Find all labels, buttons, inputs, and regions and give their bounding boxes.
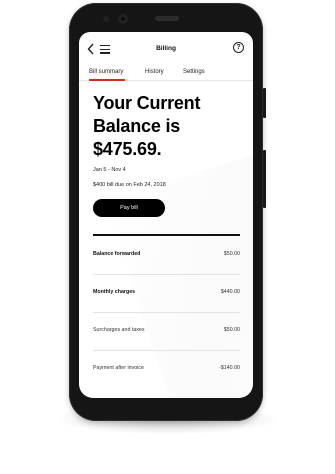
- line-item-amount: -$140.00: [219, 365, 240, 371]
- billing-date-range: Jan 5 - Nov 4: [93, 167, 126, 173]
- phone-device: Billing ? Bill summary History Settings …: [69, 3, 263, 421]
- line-item-label: Surcharges and taxes: [93, 327, 145, 333]
- line-item-amount: $50.00: [223, 327, 240, 333]
- power-button: [263, 88, 266, 118]
- tab-settings[interactable]: Settings: [183, 69, 205, 75]
- line-item-label: Balance forwarded: [93, 251, 141, 257]
- tab-history[interactable]: History: [145, 69, 164, 75]
- line-item-row[interactable]: Payment after invoice -$140.00: [93, 350, 240, 388]
- hamburger-menu-icon[interactable]: [100, 45, 110, 54]
- line-item-row[interactable]: Balance forwarded $50.00: [93, 236, 240, 275]
- bill-due-note: $400 bill due on Feb 24, 2018: [93, 182, 166, 188]
- line-item-amount: $440.00: [220, 289, 240, 295]
- chevron-left-icon[interactable]: [87, 43, 95, 55]
- phone-screen: Billing ? Bill summary History Settings …: [79, 32, 253, 398]
- tab-bar: Bill summary History Settings: [79, 66, 253, 81]
- line-item-row[interactable]: Monthly charges $440.00: [93, 274, 240, 313]
- active-tab-indicator: [89, 79, 125, 81]
- pay-bill-button[interactable]: Pay bill: [93, 199, 165, 217]
- page-title: Billing: [156, 45, 176, 52]
- line-item-label: Monthly charges: [93, 289, 136, 295]
- scene: Billing ? Bill summary History Settings …: [0, 0, 335, 474]
- earpiece-speaker: [155, 16, 179, 21]
- line-item-row[interactable]: Surcharges and taxes $50.00: [93, 312, 240, 351]
- tab-bill-summary[interactable]: Bill summary: [89, 69, 123, 75]
- app-header: Billing ?: [79, 32, 253, 66]
- line-item-label: Payment after invoice: [93, 365, 144, 371]
- balance-heading: Your Current Balance is $475.69.: [93, 93, 201, 159]
- volume-button: [263, 150, 266, 208]
- front-camera: [118, 14, 128, 24]
- proximity-sensor: [103, 16, 109, 22]
- line-item-amount: $50.00: [223, 251, 240, 257]
- help-circle-icon[interactable]: ?: [233, 42, 244, 53]
